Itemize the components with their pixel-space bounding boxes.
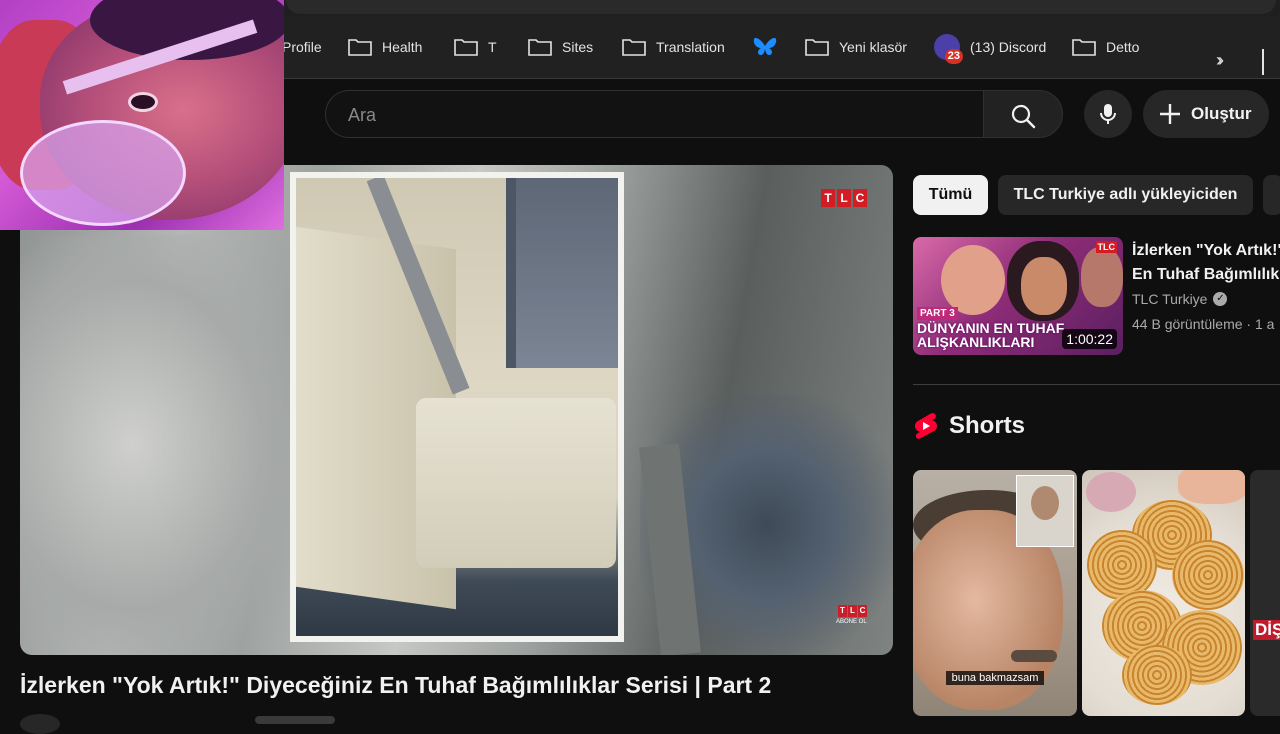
notification-badge: 23 — [944, 49, 963, 64]
thumbnail-logo: TLC — [1095, 241, 1117, 253]
bookmark-label: Sites — [562, 39, 594, 55]
shorts-heading: Shorts — [913, 412, 1025, 440]
discord-icon: 23 — [934, 34, 963, 64]
chip-more[interactable] — [1263, 175, 1280, 215]
bookmark-sites[interactable]: Sites — [528, 36, 593, 58]
shorts-icon — [915, 413, 937, 439]
chip-from-uploader[interactable]: TLC Turkiye adlı yükleyiciden — [998, 175, 1253, 215]
address-bar[interactable] — [286, 0, 1276, 14]
search-input[interactable] — [346, 91, 950, 139]
bookmark-translation[interactable]: Translation — [622, 36, 725, 58]
create-label: Oluştur — [1191, 104, 1252, 123]
recommended-video-title[interactable]: İzlerken "Yok Artık!" En Tuhaf Bağımlılı… — [1132, 239, 1280, 287]
video-duration: 1:00:22 — [1062, 329, 1117, 349]
short-video-card[interactable]: buna bakmazsam — [913, 470, 1077, 716]
short-caption: DİŞ — [1253, 620, 1280, 640]
chip-all[interactable]: Tümü — [913, 175, 988, 215]
bookmark-label: T — [488, 39, 497, 55]
bookmark-bluesky[interactable] — [752, 36, 778, 58]
folder-icon — [622, 39, 646, 56]
bookmarks-divider — [1262, 49, 1264, 75]
channel-corner-logo[interactable]: TLC — [838, 605, 867, 617]
bookmark-label: Yeni klasör — [839, 39, 907, 55]
video-title: İzlerken "Yok Artık!" Diyeceğiniz En Tuh… — [20, 672, 772, 698]
bookmark-t[interactable]: T — [454, 36, 497, 58]
short-caption: buna bakmazsam — [945, 671, 1045, 685]
bookmark-label: Detto — [1106, 39, 1140, 55]
bookmark-label: (13) Discord — [970, 39, 1047, 55]
bookmark-label: Profile — [282, 39, 322, 55]
subscribe-hint: ABONE OL — [836, 619, 867, 625]
butterfly-icon — [753, 37, 777, 55]
more-bookmarks-chevron-icon[interactable]: ›› — [1216, 50, 1224, 71]
bookmark-yeni-klasor[interactable]: Yeni klasör — [805, 36, 907, 58]
bookmark-health[interactable]: Health — [348, 36, 422, 58]
video-frame-background — [20, 235, 300, 655]
bookmark-label: Translation — [656, 39, 725, 55]
voice-search-button[interactable] — [1084, 90, 1132, 138]
folder-icon — [805, 39, 829, 56]
channel-watermark: TLC — [821, 189, 867, 207]
short-video-card[interactable] — [1082, 470, 1245, 716]
thumbnail-caption: DÜNYANIN EN TUHAF ALIŞKANLIKLARI — [917, 320, 1065, 350]
thumbnail-part-label: PART 3 — [917, 307, 958, 320]
video-player[interactable]: TLC TLC ABONE OL — [20, 165, 893, 655]
recommended-meta: 44 B görüntüleme · 1 a — [1132, 316, 1275, 332]
folder-icon — [1072, 39, 1096, 56]
webcam-overlay — [0, 0, 284, 230]
channel-name: TLC Turkiye — [1132, 291, 1208, 307]
shorts-label: Shorts — [949, 412, 1026, 439]
microphone-icon — [1100, 104, 1116, 124]
folder-icon — [348, 39, 372, 56]
plus-icon — [1160, 104, 1180, 124]
picture-in-picture-inset — [1016, 475, 1074, 547]
search-button[interactable] — [983, 90, 1063, 138]
bookmark-discord[interactable]: 23 (13) Discord — [934, 34, 1047, 64]
search-box[interactable] — [325, 90, 983, 139]
short-video-card[interactable]: DİŞ — [1250, 470, 1280, 716]
subscribe-button[interactable] — [255, 716, 335, 724]
search-icon — [1011, 104, 1036, 129]
recommended-video-thumbnail[interactable]: TLC PART 3 DÜNYANIN EN TUHAF ALIŞKANLIKL… — [913, 237, 1123, 355]
verified-check-icon: ✓ — [1213, 292, 1228, 306]
title-line: İzlerken "Yok Artık!" — [1132, 242, 1280, 259]
bookmark-label: Health — [382, 39, 423, 55]
bookmark-detto[interactable]: Detto — [1072, 36, 1139, 58]
folder-icon — [454, 39, 478, 56]
create-button[interactable]: Oluştur — [1143, 90, 1269, 138]
video-frame-inset — [290, 172, 624, 642]
title-line: En Tuhaf Bağımlılık — [1132, 266, 1280, 283]
section-divider — [913, 384, 1280, 385]
recommended-channel[interactable]: TLC Turkiye ✓ — [1132, 291, 1228, 307]
folder-icon — [528, 39, 552, 56]
channel-avatar[interactable] — [20, 714, 60, 734]
bookmark-profile[interactable]: Profile — [282, 36, 322, 58]
